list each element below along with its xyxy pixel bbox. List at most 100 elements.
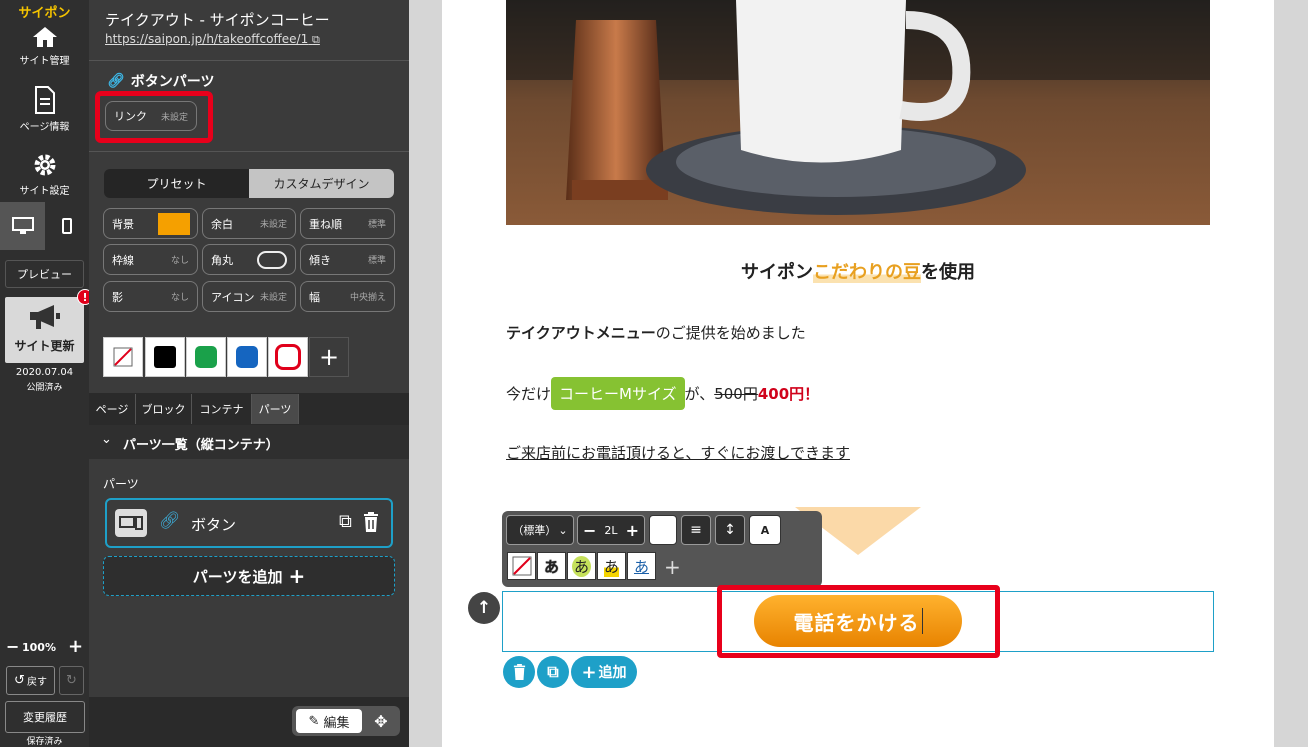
- prop-label: 余白: [211, 217, 233, 231]
- site-url-link[interactable]: https://saipon.jp/h/takeoffcoffee/1 ⧉: [105, 32, 320, 47]
- prop-skew[interactable]: 傾き 標準: [300, 244, 395, 275]
- prop-shadow[interactable]: 影 なし: [103, 281, 198, 312]
- edit-mode-button[interactable]: ✎ 編集: [296, 709, 362, 733]
- tab-container[interactable]: コンテナ: [192, 394, 252, 424]
- prop-label: アイコン: [211, 290, 255, 304]
- clear-style-button[interactable]: [507, 552, 536, 580]
- move-arrows-icon: ✥: [374, 711, 388, 731]
- text-color-button[interactable]: [649, 515, 677, 545]
- minus-icon[interactable]: −: [583, 521, 596, 540]
- tab-preset[interactable]: プリセット: [104, 169, 249, 198]
- prop-label: 枠線: [112, 253, 134, 267]
- style-marker-yellow-button[interactable]: あ: [597, 552, 626, 580]
- site-update-button[interactable]: サイト更新: [5, 297, 84, 363]
- align-left-button[interactable]: ≡: [681, 515, 711, 545]
- part-item-button[interactable]: 🔗︎ ボタン ⧉: [105, 498, 393, 548]
- plus-icon: +: [581, 661, 597, 683]
- history-button[interactable]: 変更履歴: [5, 701, 85, 733]
- line2-pre: 今だけ: [506, 385, 552, 403]
- link-value: 未設定: [160, 112, 188, 123]
- prop-label: 背景: [112, 217, 134, 231]
- swatch-blue[interactable]: [227, 337, 267, 377]
- site-manage-button[interactable]: サイト管理: [0, 26, 89, 67]
- line2-tag: コーヒーMサイズ: [551, 377, 685, 410]
- trash-icon[interactable]: [363, 512, 379, 536]
- copy-icon[interactable]: ⧉: [339, 511, 352, 532]
- edit-mode-label: 編集: [323, 715, 350, 731]
- link-chain-icon: 🔗︎: [107, 73, 125, 89]
- swatch-black[interactable]: [145, 337, 185, 377]
- pencil-icon: ✎: [308, 713, 320, 729]
- link-setting[interactable]: リンク 未設定: [105, 101, 197, 131]
- font-size-value: 2L: [604, 523, 618, 537]
- plus-icon[interactable]: +: [626, 521, 639, 540]
- content-heading: サイポンこだわりの豆を使用: [474, 258, 1242, 284]
- font-size-stepper[interactable]: − 2L +: [577, 515, 645, 545]
- part-item-label: ボタン: [191, 516, 237, 534]
- move-mode-button[interactable]: ✥: [368, 709, 394, 733]
- mobile-view-button[interactable]: [45, 202, 89, 250]
- zoom-out-button[interactable]: −: [6, 639, 20, 655]
- swatch-green[interactable]: [186, 337, 226, 377]
- line1-bold: テイクアウトメニュー: [506, 324, 656, 342]
- add-swatch-button[interactable]: +: [309, 337, 349, 377]
- preview-button[interactable]: プレビュー: [5, 260, 84, 288]
- site-update-label: サイト更新: [14, 339, 75, 353]
- style-outline-button[interactable]: あ: [537, 552, 566, 580]
- swatch-selected[interactable]: [268, 337, 308, 377]
- move-up-button[interactable]: ↑: [468, 592, 500, 624]
- prop-width[interactable]: 幅 中央揃え: [300, 281, 395, 312]
- prop-border[interactable]: 枠線 なし: [103, 244, 198, 275]
- swatch-none[interactable]: [103, 337, 143, 377]
- text-style-button[interactable]: A: [749, 515, 781, 545]
- delete-part-button[interactable]: [503, 656, 535, 688]
- font-select-value: （標準）: [512, 524, 557, 537]
- redo-icon: ↻: [66, 673, 77, 688]
- prop-label: 傾き: [309, 253, 331, 267]
- add-part-inline-button[interactable]: + 追加: [571, 656, 637, 688]
- parts-list-header[interactable]: ⌄ パーツ一覧（縦コンテナ）: [89, 425, 409, 459]
- prop-margin[interactable]: 余白 未設定: [202, 208, 296, 239]
- line2-new-price: 400円！: [757, 385, 820, 403]
- style-marker-green-button[interactable]: あ: [567, 552, 596, 580]
- heading-pre: サイポン: [741, 262, 813, 283]
- style-green-sample: あ: [571, 555, 591, 577]
- update-status: 公開済み: [26, 383, 63, 393]
- prop-label: 重ね順: [309, 217, 342, 231]
- prop-radius[interactable]: 角丸: [202, 244, 296, 275]
- link-chain-icon: 🔗︎: [159, 511, 181, 531]
- duplicate-part-button[interactable]: ⧉: [537, 656, 569, 688]
- tab-page[interactable]: ページ: [89, 394, 136, 424]
- zoom-in-button[interactable]: +: [68, 638, 83, 656]
- prop-icon[interactable]: アイコン 未設定: [202, 281, 296, 312]
- add-part-button[interactable]: パーツを追加 +: [103, 556, 395, 596]
- add-style-button[interactable]: +: [664, 555, 681, 579]
- page-info-label: ページ情報: [19, 122, 70, 133]
- style-underline-button[interactable]: あ: [627, 552, 656, 580]
- divider: [89, 60, 409, 61]
- tab-block[interactable]: ブロック: [136, 394, 192, 424]
- tab-parts[interactable]: パーツ: [252, 394, 299, 424]
- page-info-button[interactable]: ページ情報: [0, 86, 89, 133]
- undo-button[interactable]: ↺ 戻す: [6, 666, 55, 695]
- settings-panel: テイクアウト - サイポンコーヒー https://saipon.jp/h/ta…: [89, 0, 409, 747]
- arrow-up-icon: ↑: [476, 598, 492, 618]
- left-rail: サイポン サイト管理 ページ情報 サイト設定 プレビュー サイト更新 ! 202…: [0, 0, 93, 747]
- site-settings-button[interactable]: サイト設定: [0, 152, 89, 197]
- prop-value: なし: [170, 256, 189, 266]
- rounded-corner-icon: [257, 251, 287, 269]
- document-icon: [34, 86, 55, 114]
- desktop-view-button[interactable]: [0, 202, 45, 250]
- font-select[interactable]: （標準） ⌄: [506, 515, 574, 545]
- redo-button[interactable]: ↻: [59, 666, 84, 695]
- style-outline-sample: あ: [543, 557, 559, 576]
- call-button[interactable]: 電話をかける: [754, 595, 962, 647]
- content-line-2: 今だけ コーヒーMサイズ が、 500円 400円！: [506, 377, 819, 410]
- section-title-text: ボタンパーツ: [130, 74, 215, 90]
- prop-background[interactable]: 背景: [103, 208, 198, 239]
- line-height-button[interactable]: ↕: [715, 515, 745, 545]
- chevron-down-icon: ⌄: [101, 432, 112, 447]
- section-title: 🔗︎ ボタンパーツ: [107, 71, 215, 91]
- prop-z-order[interactable]: 重ね順 標準: [300, 208, 395, 239]
- tab-custom-design[interactable]: カスタムデザイン: [249, 169, 394, 198]
